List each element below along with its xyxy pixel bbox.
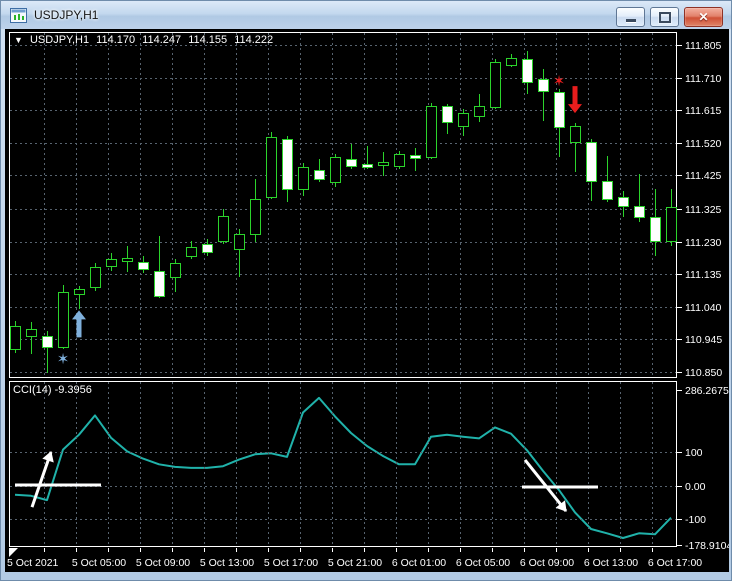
time-axis-label: 6 Oct 17:00 — [648, 557, 702, 569]
candle-body — [666, 207, 677, 242]
candle-body — [362, 164, 373, 168]
price-axis-label: 111.230 — [685, 237, 722, 249]
time-axis-corner-marker — [9, 548, 18, 557]
candle-body — [650, 217, 661, 242]
candle-body — [474, 106, 485, 117]
candle-body — [10, 326, 21, 350]
candle-body — [442, 106, 453, 123]
candle-body — [106, 259, 117, 267]
time-axis-label: 5 Oct 09:00 — [136, 557, 190, 569]
candle-body — [634, 206, 645, 218]
cci-axis[interactable]: 286.2675 100 0.00 -100 -178.9104 — [677, 385, 729, 552]
close-button[interactable]: ✕ — [684, 7, 723, 27]
buy-star[interactable]: ✶ — [57, 351, 70, 368]
candle-body — [122, 258, 133, 262]
price-axis[interactable]: 111.805 111.710 111.615 111.520 111.425 111.3… — [677, 40, 722, 379]
close-icon: ✕ — [698, 10, 709, 24]
candle-body — [554, 92, 565, 128]
candle-body — [538, 79, 549, 92]
cci-axis-label: -178.9104 — [685, 540, 729, 552]
candle-body — [250, 199, 261, 235]
cci-axis-label: 286.2675 — [685, 385, 729, 397]
main-chart-panel[interactable] — [9, 32, 677, 378]
candle — [490, 59, 501, 109]
candle-body — [234, 234, 245, 250]
time-axis-label: 5 Oct 21:00 — [328, 557, 382, 569]
restore-button[interactable] — [650, 7, 679, 27]
time-axis-label: 5 Oct 05:00 — [72, 557, 126, 569]
candle-body — [410, 155, 421, 159]
candle-body — [298, 167, 309, 190]
candle — [58, 285, 69, 349]
price-axis-label: 111.805 — [685, 40, 722, 52]
candle-body — [74, 289, 85, 295]
candle-body — [602, 181, 613, 200]
chart-window-icon[interactable] — [10, 7, 27, 23]
time-axis-label: 5 Oct 13:00 — [200, 557, 254, 569]
candle-body — [458, 113, 469, 127]
price-axis-label: 111.040 — [685, 302, 722, 314]
candle-body — [426, 106, 437, 158]
candle-body — [26, 329, 37, 337]
cci-axis-label: 100 — [685, 447, 703, 459]
sell-star[interactable]: ✶ — [553, 73, 566, 90]
restore-icon — [658, 11, 671, 23]
candle — [330, 154, 341, 187]
candle — [266, 132, 277, 199]
time-axis[interactable]: 5 Oct 2021 5 Oct 05:00 5 Oct 09:00 5 Oct 13… — [7, 548, 702, 569]
window-controls: ✕ — [616, 7, 723, 27]
price-axis-label: 111.615 — [685, 105, 722, 117]
candle-body — [570, 126, 581, 143]
price-axis-label: 111.135 — [685, 269, 722, 281]
title-bar[interactable]: USDJPY,H1 ✕ — [1, 1, 731, 29]
candle-body — [42, 336, 53, 348]
candle — [90, 263, 101, 291]
cci-panel[interactable] — [9, 381, 677, 547]
price-axis-label: 111.710 — [685, 73, 722, 85]
candle — [426, 103, 437, 159]
price-axis-label: 110.850 — [685, 367, 722, 379]
minimize-button[interactable] — [616, 7, 645, 27]
candle-body — [618, 197, 629, 207]
window-title: USDJPY,H1 — [34, 8, 99, 22]
candle-body — [522, 59, 533, 83]
candle-body — [202, 244, 213, 253]
candle-body — [586, 142, 597, 182]
cci-panel-frame[interactable] — [9, 381, 677, 547]
price-axis-label: 111.325 — [685, 204, 722, 216]
time-axis-label: 6 Oct 13:00 — [584, 557, 638, 569]
time-axis-label: 6 Oct 05:00 — [456, 557, 510, 569]
minimize-icon — [625, 19, 636, 22]
candle-body — [282, 139, 293, 190]
candle-body — [58, 292, 69, 348]
cci-axis-label: 0.00 — [685, 481, 706, 493]
time-axis-label: 5 Oct 17:00 — [264, 557, 318, 569]
candle-body — [506, 58, 517, 66]
candle-body — [314, 170, 325, 180]
candle-body — [138, 262, 149, 270]
chart-client-area[interactable]: ✶ ✶ 111.805 111.710 111.615 111.520 111.425 111… — [5, 29, 729, 572]
price-axis-label: 111.425 — [685, 170, 722, 182]
candle-body — [218, 216, 229, 242]
cci-axis-label: -100 — [685, 514, 706, 526]
time-axis-label: 6 Oct 01:00 — [392, 557, 446, 569]
candle-body — [394, 154, 405, 167]
candle-body — [266, 137, 277, 198]
candle-body — [346, 159, 357, 167]
terminal-chart-window: USDJPY,H1 ✕ ✶ ✶ 111.805 111.710 111.615 111.5… — [0, 0, 732, 581]
candle-body — [186, 247, 197, 257]
candle-body — [170, 263, 181, 278]
candle-body — [378, 162, 389, 166]
price-axis-label: 111.520 — [685, 138, 722, 150]
candle-body — [490, 62, 501, 108]
candle-body — [154, 271, 165, 297]
time-axis-label: 6 Oct 09:00 — [520, 557, 574, 569]
price-axis-label: 110.945 — [685, 334, 722, 346]
main-panel-frame[interactable] — [9, 32, 677, 378]
time-axis-label: 5 Oct 2021 — [7, 557, 59, 569]
candle-body — [330, 157, 341, 183]
candle-body — [90, 267, 101, 288]
chart-canvas[interactable]: ✶✶111.805111.710111.615111.520111.425111… — [5, 29, 729, 572]
